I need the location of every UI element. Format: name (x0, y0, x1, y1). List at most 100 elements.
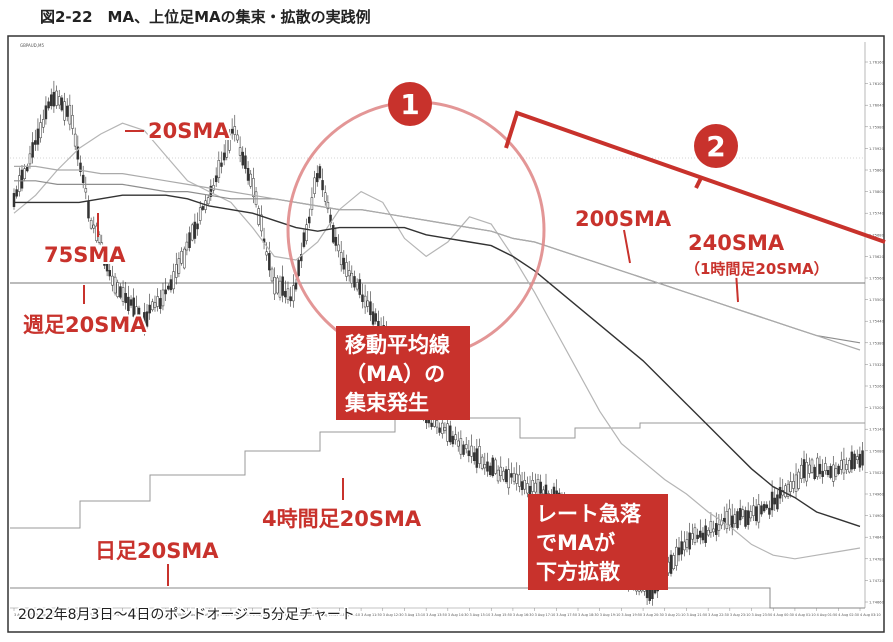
candle-body (515, 473, 518, 484)
candle-body (448, 425, 452, 443)
candle-body (725, 511, 729, 529)
x-tick-label: 3 Aug 11:50 (361, 613, 382, 617)
candle-body (691, 533, 694, 540)
candle-body (776, 494, 779, 510)
sma200-label: 200SMA (575, 207, 672, 231)
candle-body (198, 207, 202, 221)
candle-body (214, 175, 218, 183)
candle-body (518, 474, 521, 487)
candle-body (164, 289, 167, 295)
y-tick-label: 1.75620 (869, 255, 885, 259)
candle-body (249, 173, 252, 187)
y-tick-label: 1.76160 (869, 61, 885, 65)
candle-body (193, 221, 197, 239)
candle-body (470, 445, 473, 457)
candle-body (454, 434, 457, 441)
y-tick-label: 1.75800 (869, 190, 885, 194)
candle-body (752, 505, 755, 516)
candle-body (528, 485, 532, 495)
candle-body (802, 459, 806, 479)
x-tick-label: 3 Aug 15:50 (491, 613, 512, 617)
candle-body (534, 482, 537, 493)
x-tick-label: 4 Aug 01:50 (817, 613, 838, 617)
x-tick-label: 3 Aug 21:10 (665, 613, 686, 617)
candle-body (190, 224, 194, 241)
y-tick-label: 1.75560 (869, 277, 885, 281)
candle-body (347, 270, 351, 277)
candle-body (151, 301, 154, 311)
candle-body (494, 459, 497, 474)
candle-body (858, 453, 862, 468)
candle-body (651, 589, 654, 600)
candle-body (451, 435, 455, 445)
candle-body (172, 271, 175, 290)
candle-body (315, 173, 319, 183)
y-tick-label: 1.75500 (869, 298, 885, 302)
candle-body (430, 422, 433, 427)
candle-body (156, 296, 159, 307)
chart-caption: 2022年8月3日〜4日のポンドオージー5分足チャート (18, 607, 355, 623)
candle-body (366, 300, 370, 307)
candle-body (472, 452, 476, 461)
candle-body (36, 128, 40, 145)
candle-body (685, 539, 689, 548)
candle-body (31, 142, 34, 158)
candle-body (241, 151, 245, 166)
candle-body (308, 216, 311, 224)
candle-body (805, 462, 808, 482)
candle-body (754, 506, 758, 522)
candle-body (281, 276, 284, 296)
candle-body (355, 282, 359, 290)
x-tick-label: 3 Aug 14:30 (448, 613, 469, 617)
candle-body (313, 177, 316, 194)
candle-body (821, 470, 824, 477)
candle-body (459, 438, 463, 455)
y-tick-label: 1.75320 (869, 363, 885, 367)
candle-body (65, 105, 69, 117)
candle-body (57, 96, 61, 106)
h4-20sma-label: 4時間足20SMA (262, 507, 422, 531)
candle-body (850, 451, 854, 470)
candle-body (834, 468, 838, 477)
y-tick-label: 1.74840 (869, 536, 885, 540)
candle-body (738, 508, 742, 521)
candle-body (119, 286, 122, 298)
candle-body (486, 461, 489, 472)
candle-body (220, 162, 223, 167)
candle-body (438, 427, 441, 433)
candle-body (44, 105, 48, 120)
y-tick-label: 1.74720 (869, 579, 885, 583)
x-tick-label: 3 Aug 13:10 (404, 613, 425, 617)
x-tick-label: 3 Aug 15:10 (470, 613, 491, 617)
x-tick-label: 4 Aug 00:30 (773, 613, 794, 617)
candle-body (148, 304, 151, 314)
candle-body (456, 440, 460, 447)
candle-body (305, 224, 308, 242)
candle-body (491, 457, 495, 477)
y-tick-label: 1.75920 (869, 147, 885, 151)
candle-body (847, 460, 851, 473)
candle-body (81, 174, 85, 183)
candle-body (675, 546, 678, 566)
candle-body (446, 423, 449, 442)
candle-body (345, 262, 348, 277)
y-tick-label: 1.74900 (869, 514, 885, 518)
candle-body (254, 191, 258, 205)
candle-body (286, 288, 290, 300)
candle-body (111, 275, 114, 286)
candle-body (153, 302, 157, 308)
candle-body (361, 294, 364, 302)
candle-body (87, 201, 90, 219)
candle-body (680, 541, 683, 555)
candle-body (169, 279, 173, 291)
candle-body (488, 465, 492, 476)
candle-body (462, 444, 465, 455)
candle-body (217, 160, 221, 179)
candle-body (167, 285, 170, 290)
candle-body (507, 469, 511, 489)
x-tick-label: 4 Aug 02:30 (838, 613, 859, 617)
candle-body (778, 486, 782, 499)
x-tick-label: 4 Aug 03:10 (860, 613, 881, 617)
candle-body (278, 280, 282, 298)
candle-body (358, 279, 362, 295)
